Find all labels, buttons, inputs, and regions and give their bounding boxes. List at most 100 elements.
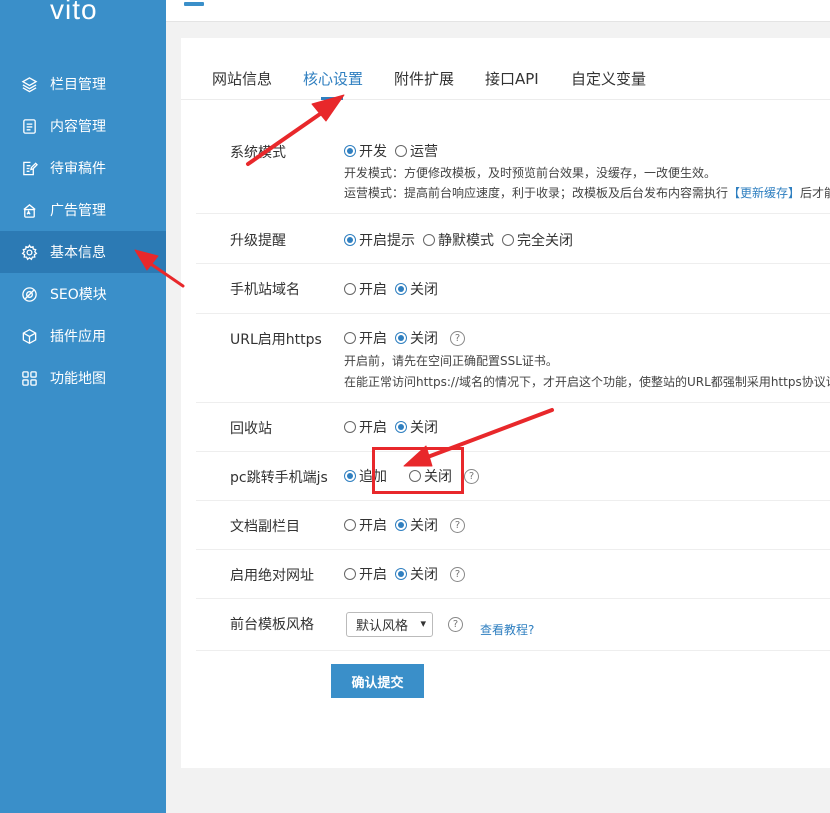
- radio[interactable]: [344, 421, 356, 433]
- radio-checked[interactable]: [344, 234, 356, 246]
- seo-icon: [20, 285, 38, 303]
- logo: vito: [50, 0, 98, 25]
- active-tab-indicator: [321, 97, 343, 100]
- radio-checked[interactable]: [395, 332, 407, 344]
- option-label: 关闭: [410, 567, 438, 583]
- help-icon[interactable]: ?: [448, 617, 463, 632]
- option-label: 完全关闭: [517, 233, 573, 249]
- radio[interactable]: [344, 519, 356, 531]
- tab-core-settings[interactable]: 核心设置: [303, 68, 363, 89]
- option-label: 开启: [359, 567, 387, 583]
- setting-recycle-bin: 回收站 开启 关闭: [196, 403, 830, 452]
- sidebar-item-label: 基本信息: [50, 245, 106, 261]
- recycle-on-radio[interactable]: 开启: [344, 417, 387, 437]
- option-label: 开启: [359, 420, 387, 436]
- edit-document-icon: [20, 159, 38, 177]
- sub-column-on-radio[interactable]: 开启: [344, 515, 387, 535]
- sidebar-item-column-management[interactable]: 栏目管理: [0, 63, 166, 105]
- mobile-domain-on-radio[interactable]: 开启: [344, 279, 387, 299]
- system-mode-hint-dev: 开发模式：方便修改模板，及时预览前台效果，没缓存，一改便生效。: [344, 166, 717, 180]
- radio-checked[interactable]: [344, 145, 356, 157]
- radio-checked[interactable]: [395, 421, 407, 433]
- recycle-off-radio[interactable]: 关闭: [395, 417, 438, 437]
- setting-label: 文档副栏目: [230, 519, 300, 535]
- menu-toggle-icon[interactable]: [184, 2, 204, 6]
- setting-upgrade-reminder: 升级提醒 开启提示 静默模式 完全关闭: [196, 214, 830, 264]
- cube-icon: [20, 327, 38, 345]
- sidebar-item-seo[interactable]: SEO模块: [0, 273, 166, 315]
- sidebar-item-label: 插件应用: [50, 329, 106, 345]
- hint-text: 后才能在: [800, 186, 830, 200]
- help-icon[interactable]: ?: [450, 517, 465, 533]
- tab-api[interactable]: 接口API: [485, 68, 539, 89]
- https-hint-ssl: 开启前，请先在空间正确配置SSL证书。: [344, 354, 558, 368]
- sidebar-item-label: 广告管理: [50, 203, 106, 219]
- submit-button[interactable]: 确认提交: [331, 664, 424, 698]
- setting-label: 升级提醒: [230, 233, 286, 249]
- upgrade-silent-radio[interactable]: 静默模式: [423, 230, 494, 250]
- tab-attachment[interactable]: 附件扩展: [394, 68, 454, 89]
- https-off-radio[interactable]: 关闭: [395, 328, 438, 348]
- radio-checked[interactable]: [344, 470, 356, 482]
- sidebar-item-content-management[interactable]: 内容管理: [0, 105, 166, 147]
- setting-pc-jump-mobile-js: pc跳转手机端js 追加 关闭 ?: [196, 452, 830, 501]
- radio-checked[interactable]: [395, 519, 407, 531]
- sidebar-nav: 栏目管理 内容管理 待审稿件 广告管理 基本信息 SEO模块 插件应用 功能地图: [0, 63, 166, 399]
- absolute-url-on-radio[interactable]: 开启: [344, 564, 387, 584]
- gear-icon: [20, 243, 38, 261]
- sidebar-item-label: 功能地图: [50, 371, 106, 387]
- setting-label: URL启用https: [230, 332, 322, 348]
- select-value: 默认风格: [356, 619, 409, 634]
- radio[interactable]: [423, 234, 435, 246]
- sidebar-item-pending-review[interactable]: 待审稿件: [0, 147, 166, 189]
- radio[interactable]: [344, 332, 356, 344]
- document-icon: [20, 117, 38, 135]
- settings-panel: 网站信息 核心设置 附件扩展 接口API 自定义变量 系统模式 开发 运营 开发…: [181, 38, 830, 768]
- setting-label: 回收站: [230, 421, 272, 437]
- system-mode-prod-radio[interactable]: 运营: [395, 141, 438, 161]
- sidebar-item-basic-info[interactable]: 基本信息: [0, 231, 166, 273]
- layers-icon: [20, 75, 38, 93]
- help-icon[interactable]: ?: [464, 468, 479, 484]
- radio[interactable]: [344, 283, 356, 295]
- chevron-down-icon: ▾: [420, 617, 426, 630]
- radio[interactable]: [395, 145, 407, 157]
- system-mode-dev-radio[interactable]: 开发: [344, 141, 387, 161]
- sidebar-item-label: 栏目管理: [50, 77, 106, 93]
- radio-checked[interactable]: [395, 568, 407, 580]
- upgrade-off-radio[interactable]: 完全关闭: [502, 230, 573, 250]
- update-cache-link[interactable]: 【更新缓存】: [728, 186, 800, 200]
- help-icon[interactable]: ?: [450, 566, 465, 582]
- option-label: 开启: [359, 282, 387, 298]
- sidebar-item-feature-map[interactable]: 功能地图: [0, 357, 166, 399]
- upgrade-notify-radio[interactable]: 开启提示: [344, 230, 415, 250]
- radio-checked[interactable]: [395, 283, 407, 295]
- tab-site-info[interactable]: 网站信息: [212, 68, 272, 89]
- help-icon[interactable]: ?: [450, 330, 465, 346]
- sub-column-off-radio[interactable]: 关闭: [395, 515, 438, 535]
- annotation-highlight-box: [372, 447, 464, 494]
- sidebar-item-ad-management[interactable]: 广告管理: [0, 189, 166, 231]
- tutorial-link[interactable]: 查看教程?: [480, 621, 534, 638]
- https-hint-access: 在能正常访问https://域名的情况下，才开启这个功能，使整站的URL都强制采…: [344, 375, 830, 389]
- ad-icon: [20, 201, 38, 219]
- absolute-url-off-radio[interactable]: 关闭: [395, 564, 438, 584]
- grid-icon: [20, 369, 38, 387]
- top-bar: [166, 0, 830, 22]
- setting-template-style: 前台模板风格 默认风格 ▾ ? 查看教程?: [196, 599, 830, 651]
- setting-mobile-domain: 手机站域名 开启 关闭: [196, 264, 830, 314]
- tab-custom-variables[interactable]: 自定义变量: [571, 68, 646, 89]
- sidebar-item-label: 内容管理: [50, 119, 106, 135]
- mobile-domain-off-radio[interactable]: 关闭: [395, 279, 438, 299]
- hint-text: 运营模式：提高前台响应速度，利于收录；改模板及后台发布内容需执行: [344, 186, 729, 200]
- sidebar-item-plugins[interactable]: 插件应用: [0, 315, 166, 357]
- radio[interactable]: [502, 234, 514, 246]
- sidebar-item-label: 待审稿件: [50, 161, 106, 177]
- radio[interactable]: [344, 568, 356, 580]
- setting-https: URL启用https 开启 关闭 ? 开启前，请先在空间正确配置SSL证书。 在…: [196, 314, 830, 403]
- template-style-select[interactable]: 默认风格 ▾: [346, 612, 433, 637]
- setting-label: 前台模板风格: [230, 617, 314, 633]
- https-on-radio[interactable]: 开启: [344, 328, 387, 348]
- setting-system-mode: 系统模式 开发 运营 开发模式：方便修改模板，及时预览前台效果，没缓存，一改便生…: [196, 129, 830, 214]
- option-label: 关闭: [410, 331, 438, 347]
